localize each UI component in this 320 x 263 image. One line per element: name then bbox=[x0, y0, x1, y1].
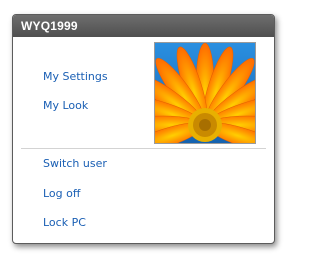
my-look-link[interactable]: My Look bbox=[43, 99, 88, 112]
log-off-link[interactable]: Log off bbox=[43, 187, 80, 200]
switch-user-link[interactable]: Switch user bbox=[43, 157, 107, 170]
menu-divider bbox=[21, 148, 266, 149]
flower-photo-icon bbox=[155, 43, 255, 143]
my-settings-link[interactable]: My Settings bbox=[43, 70, 108, 83]
username-label: WYQ1999 bbox=[21, 19, 78, 33]
user-menu-panel: WYQ1999 My Settings My Look Switch user … bbox=[12, 14, 275, 244]
lock-pc-link[interactable]: Lock PC bbox=[43, 216, 86, 229]
user-header: WYQ1999 bbox=[13, 15, 274, 37]
user-avatar[interactable] bbox=[154, 42, 256, 144]
